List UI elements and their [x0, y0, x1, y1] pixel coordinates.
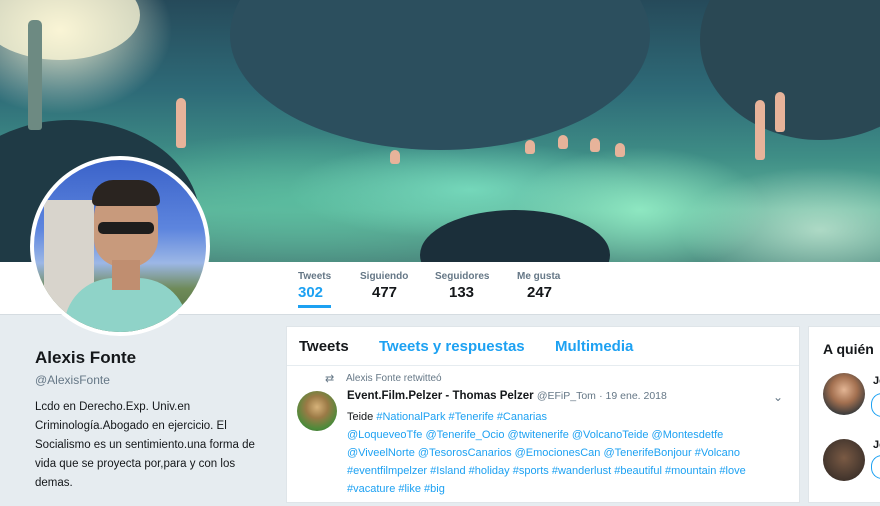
tweet-mentions[interactable]: @LoqueveoTfe @Tenerife_Ocio @twitenerife… [347, 429, 723, 441]
tweet-header: Event.Film.Pelzer - Thomas Pelzer @EFiP_… [347, 390, 667, 402]
stat-value: 477 [372, 284, 398, 301]
banner-swimmer [615, 143, 625, 157]
banner-swimmer [590, 138, 600, 152]
stat-value: 302 [298, 284, 324, 301]
retweet-icon: ⇄ [325, 373, 335, 385]
tab-tweets[interactable]: Tweets [299, 338, 349, 355]
profile-name: Alexis Fonte [35, 348, 137, 367]
tweet-hashtags[interactable]: #NationalPark #Tenerife #Canarias [376, 411, 547, 423]
tweet-mentions[interactable]: @ViveelNorte @TesorosCanarios @Emociones… [347, 447, 740, 459]
profile-handle[interactable]: @AlexisFonte [35, 373, 110, 387]
suggestion-name[interactable]: Jo [873, 439, 880, 451]
suggestion-avatar[interactable] [823, 373, 865, 415]
banner-rock-top [230, 0, 650, 150]
tweet-text: Teide #NationalPark #Tenerife #Canarias … [347, 408, 792, 498]
avatar-sunglasses [98, 222, 154, 234]
stat-followers[interactable]: Seguidores 133 [435, 271, 489, 301]
follow-button[interactable] [871, 393, 880, 417]
tab-tweets-replies[interactable]: Tweets y respuestas [379, 338, 525, 355]
tweet-text-start: Teide [347, 411, 374, 423]
chevron-down-icon[interactable]: ⌄ [773, 390, 783, 404]
tweet-date[interactable]: · 19 ene. 2018 [599, 390, 667, 402]
banner-swimmer [176, 98, 186, 148]
stat-tweets[interactable]: Tweets 302 [298, 271, 332, 308]
timeline-tabs: Tweets Tweets y respuestas Multimedia [287, 327, 799, 366]
suggestion-name[interactable]: Jo [873, 375, 880, 387]
banner-swimmer [558, 135, 568, 149]
stat-label: Seguidores [435, 271, 490, 282]
stat-label: Siguiendo [360, 271, 409, 282]
tweet-hashtags[interactable]: #vacature #like #big [347, 483, 445, 495]
avatar-photo [34, 160, 206, 332]
avatar-neck [112, 260, 140, 290]
tab-media[interactable]: Multimedia [555, 338, 633, 355]
banner-rock-right [700, 0, 880, 140]
banner-swimmer [28, 20, 42, 130]
banner-light [0, 0, 140, 60]
stat-value: 133 [449, 284, 475, 301]
banner-swimmer [775, 92, 785, 132]
who-to-follow-panel: A quién Jo Jo [808, 326, 880, 503]
follow-button[interactable] [871, 455, 880, 479]
stat-label: Tweets [298, 271, 332, 282]
profile-bio: Lcdo en Derecho.Exp. Univ.en Criminologí… [35, 401, 255, 489]
banner-swimmer [390, 150, 400, 164]
stat-likes[interactable]: Me gusta 247 [517, 271, 560, 301]
stat-following[interactable]: Siguiendo 477 [360, 271, 408, 301]
tweet-author-avatar[interactable] [297, 391, 337, 431]
avatar-hair [92, 180, 160, 206]
timeline-panel: Tweets Tweets y respuestas Multimedia ⇄ … [286, 326, 800, 503]
tweet-hashtags[interactable]: #eventfilmpelzer #Island #holiday #sport… [347, 465, 746, 477]
suggestion-avatar[interactable] [823, 439, 865, 481]
stat-value: 247 [527, 284, 553, 301]
tweet-author-handle[interactable]: @EFiP_Tom [537, 390, 596, 402]
banner-swimmer [755, 100, 765, 160]
stat-label: Me gusta [517, 271, 561, 282]
tweet-item[interactable]: ⇄ Alexis Fonte retwitteó Event.Film.Pelz… [287, 366, 799, 506]
banner-swimmer [525, 140, 535, 154]
tweet-author-name[interactable]: Event.Film.Pelzer - Thomas Pelzer [347, 390, 534, 402]
banner-rock-center [420, 210, 610, 262]
profile-avatar[interactable] [30, 156, 210, 336]
who-to-follow-title: A quién [823, 341, 874, 357]
retweet-note: Alexis Fonte retwitteó [346, 373, 442, 384]
